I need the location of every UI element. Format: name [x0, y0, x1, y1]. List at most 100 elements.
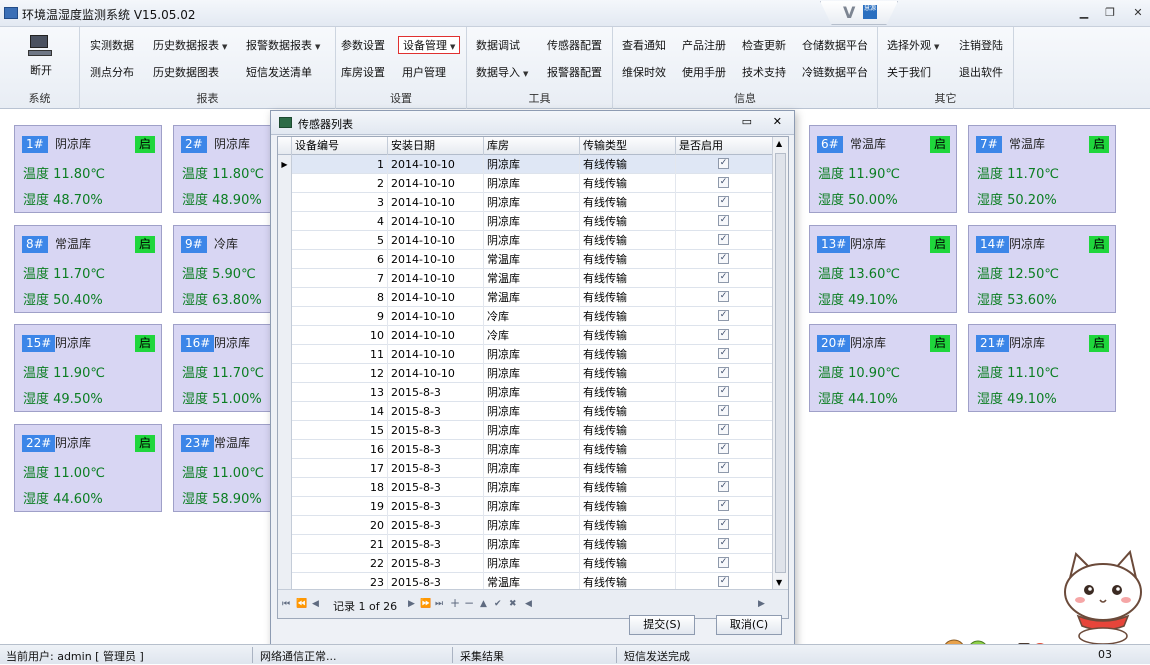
disconnect-button[interactable]: 断开: [30, 62, 52, 80]
cell-transport[interactable]: 有线传输: [580, 440, 676, 459]
cell-device-id[interactable]: 3: [292, 193, 388, 212]
enabled-checkbox[interactable]: ✓: [718, 158, 729, 169]
cell-install-date[interactable]: 2015-8-3: [388, 554, 484, 573]
cell-device-id[interactable]: 12: [292, 364, 388, 383]
cell-room[interactable]: 阴凉库: [484, 193, 580, 212]
about-button[interactable]: 关于我们: [887, 64, 931, 82]
view-notice-button[interactable]: 查看通知: [622, 37, 666, 55]
computer-icon[interactable]: [28, 35, 54, 57]
enabled-checkbox[interactable]: ✓: [718, 462, 729, 473]
cell-room[interactable]: 阴凉库: [484, 535, 580, 554]
row-indicator[interactable]: [278, 516, 292, 535]
cell-install-date[interactable]: 2015-8-3: [388, 402, 484, 421]
device-management-menu[interactable]: 设备管理 ▼: [398, 36, 461, 54]
column-header-enabled[interactable]: 是否启用: [676, 137, 774, 155]
cell-install-date[interactable]: 2014-10-10: [388, 250, 484, 269]
cell-room[interactable]: 阴凉库: [484, 212, 580, 231]
cell-install-date[interactable]: 2014-10-10: [388, 269, 484, 288]
accept-edit-icon[interactable]: ✔: [494, 599, 502, 609]
cell-room[interactable]: 阴凉库: [484, 364, 580, 383]
row-indicator[interactable]: [278, 440, 292, 459]
enabled-checkbox[interactable]: ✓: [718, 272, 729, 283]
cell-device-id[interactable]: 13: [292, 383, 388, 402]
check-update-button[interactable]: 检查更新: [742, 37, 786, 55]
table-row[interactable]: 11 2014-10-10 阴凉库 有线传输 ✓: [278, 345, 774, 364]
product-register-button[interactable]: 产品注册: [682, 37, 726, 55]
delete-record-icon[interactable]: −: [464, 596, 474, 610]
first-page-icon[interactable]: ⏮: [282, 599, 290, 609]
history-report-menu[interactable]: 历史数据报表 ▼: [153, 37, 227, 55]
cell-transport[interactable]: 有线传输: [580, 326, 676, 345]
cancel-button[interactable]: 取消(C): [716, 615, 782, 635]
table-row[interactable]: 13 2015-8-3 阴凉库 有线传输 ✓: [278, 383, 774, 402]
sensor-card[interactable]: 1# 阴凉库 启 温度 11.80℃ 湿度 48.70%: [14, 125, 162, 213]
point-distribution-button[interactable]: 测点分布: [90, 64, 134, 82]
enabled-checkbox[interactable]: ✓: [718, 367, 729, 378]
table-row[interactable]: 4 2014-10-10 阴凉库 有线传输 ✓: [278, 212, 774, 231]
cell-device-id[interactable]: 20: [292, 516, 388, 535]
cell-transport[interactable]: 有线传输: [580, 421, 676, 440]
row-indicator[interactable]: [278, 307, 292, 326]
data-import-menu[interactable]: 数据导入 ▼: [476, 64, 528, 82]
cell-transport[interactable]: 有线传输: [580, 307, 676, 326]
enabled-checkbox[interactable]: ✓: [718, 215, 729, 226]
room-settings-button[interactable]: 库房设置: [341, 64, 385, 82]
table-row[interactable]: 6 2014-10-10 常温库 有线传输 ✓: [278, 250, 774, 269]
cell-room[interactable]: 常温库: [484, 288, 580, 307]
cell-device-id[interactable]: 15: [292, 421, 388, 440]
cell-transport[interactable]: 有线传输: [580, 193, 676, 212]
table-row[interactable]: 9 2014-10-10 冷库 有线传输 ✓: [278, 307, 774, 326]
enabled-checkbox[interactable]: ✓: [718, 481, 729, 492]
table-row[interactable]: 5 2014-10-10 阴凉库 有线传输 ✓: [278, 231, 774, 250]
cell-room[interactable]: 阴凉库: [484, 174, 580, 193]
scroll-down-icon[interactable]: ▼: [776, 578, 782, 587]
cell-room[interactable]: 阴凉库: [484, 345, 580, 364]
cell-transport[interactable]: 有线传输: [580, 269, 676, 288]
enabled-checkbox[interactable]: ✓: [718, 310, 729, 321]
exit-button[interactable]: 退出软件: [959, 64, 1003, 82]
row-indicator[interactable]: [278, 326, 292, 345]
cell-transport[interactable]: 有线传输: [580, 174, 676, 193]
cell-install-date[interactable]: 2014-10-10: [388, 326, 484, 345]
submit-button[interactable]: 提交(S): [629, 615, 695, 635]
row-indicator[interactable]: [278, 478, 292, 497]
restore-icon[interactable]: ❐: [1102, 6, 1118, 20]
table-row[interactable]: 2 2014-10-10 阴凉库 有线传输 ✓: [278, 174, 774, 193]
cell-transport[interactable]: 有线传输: [580, 497, 676, 516]
cell-transport[interactable]: 有线传输: [580, 250, 676, 269]
cell-room[interactable]: 阴凉库: [484, 231, 580, 250]
row-indicator[interactable]: [278, 459, 292, 478]
cell-room[interactable]: 阴凉库: [484, 421, 580, 440]
row-indicator[interactable]: [278, 288, 292, 307]
tech-support-button[interactable]: 技术支持: [742, 64, 786, 82]
cell-device-id[interactable]: 18: [292, 478, 388, 497]
edit-record-icon[interactable]: ▲: [480, 599, 487, 609]
history-chart-button[interactable]: 历史数据图表: [153, 64, 219, 82]
cell-device-id[interactable]: 21: [292, 535, 388, 554]
row-indicator[interactable]: [278, 364, 292, 383]
cell-device-id[interactable]: 10: [292, 326, 388, 345]
cell-transport[interactable]: 有线传输: [580, 231, 676, 250]
param-settings-button[interactable]: 参数设置: [341, 37, 385, 55]
skin-menu[interactable]: 选择外观 ▼: [887, 37, 939, 55]
row-indicator[interactable]: [278, 402, 292, 421]
cell-transport[interactable]: 有线传输: [580, 345, 676, 364]
cell-device-id[interactable]: 5: [292, 231, 388, 250]
enabled-checkbox[interactable]: ✓: [718, 405, 729, 416]
table-row[interactable]: 20 2015-8-3 阴凉库 有线传输 ✓: [278, 516, 774, 535]
cell-room[interactable]: 阴凉库: [484, 497, 580, 516]
cell-install-date[interactable]: 2015-8-3: [388, 383, 484, 402]
row-indicator[interactable]: [278, 421, 292, 440]
sensor-card[interactable]: 21# 阴凉库 启 温度 11.10℃ 湿度 49.10%: [968, 324, 1116, 412]
cell-install-date[interactable]: 2015-8-3: [388, 478, 484, 497]
cell-device-id[interactable]: 6: [292, 250, 388, 269]
next-page-icon[interactable]: ⏩: [420, 599, 431, 609]
row-indicator[interactable]: [278, 554, 292, 573]
table-row[interactable]: 15 2015-8-3 阴凉库 有线传输 ✓: [278, 421, 774, 440]
row-indicator[interactable]: [278, 193, 292, 212]
cell-room[interactable]: 阴凉库: [484, 478, 580, 497]
table-row[interactable]: 12 2014-10-10 阴凉库 有线传输 ✓: [278, 364, 774, 383]
cell-transport[interactable]: 有线传输: [580, 364, 676, 383]
next-record-icon[interactable]: ▶: [408, 599, 415, 609]
scroll-right-icon[interactable]: ▶: [758, 599, 765, 609]
